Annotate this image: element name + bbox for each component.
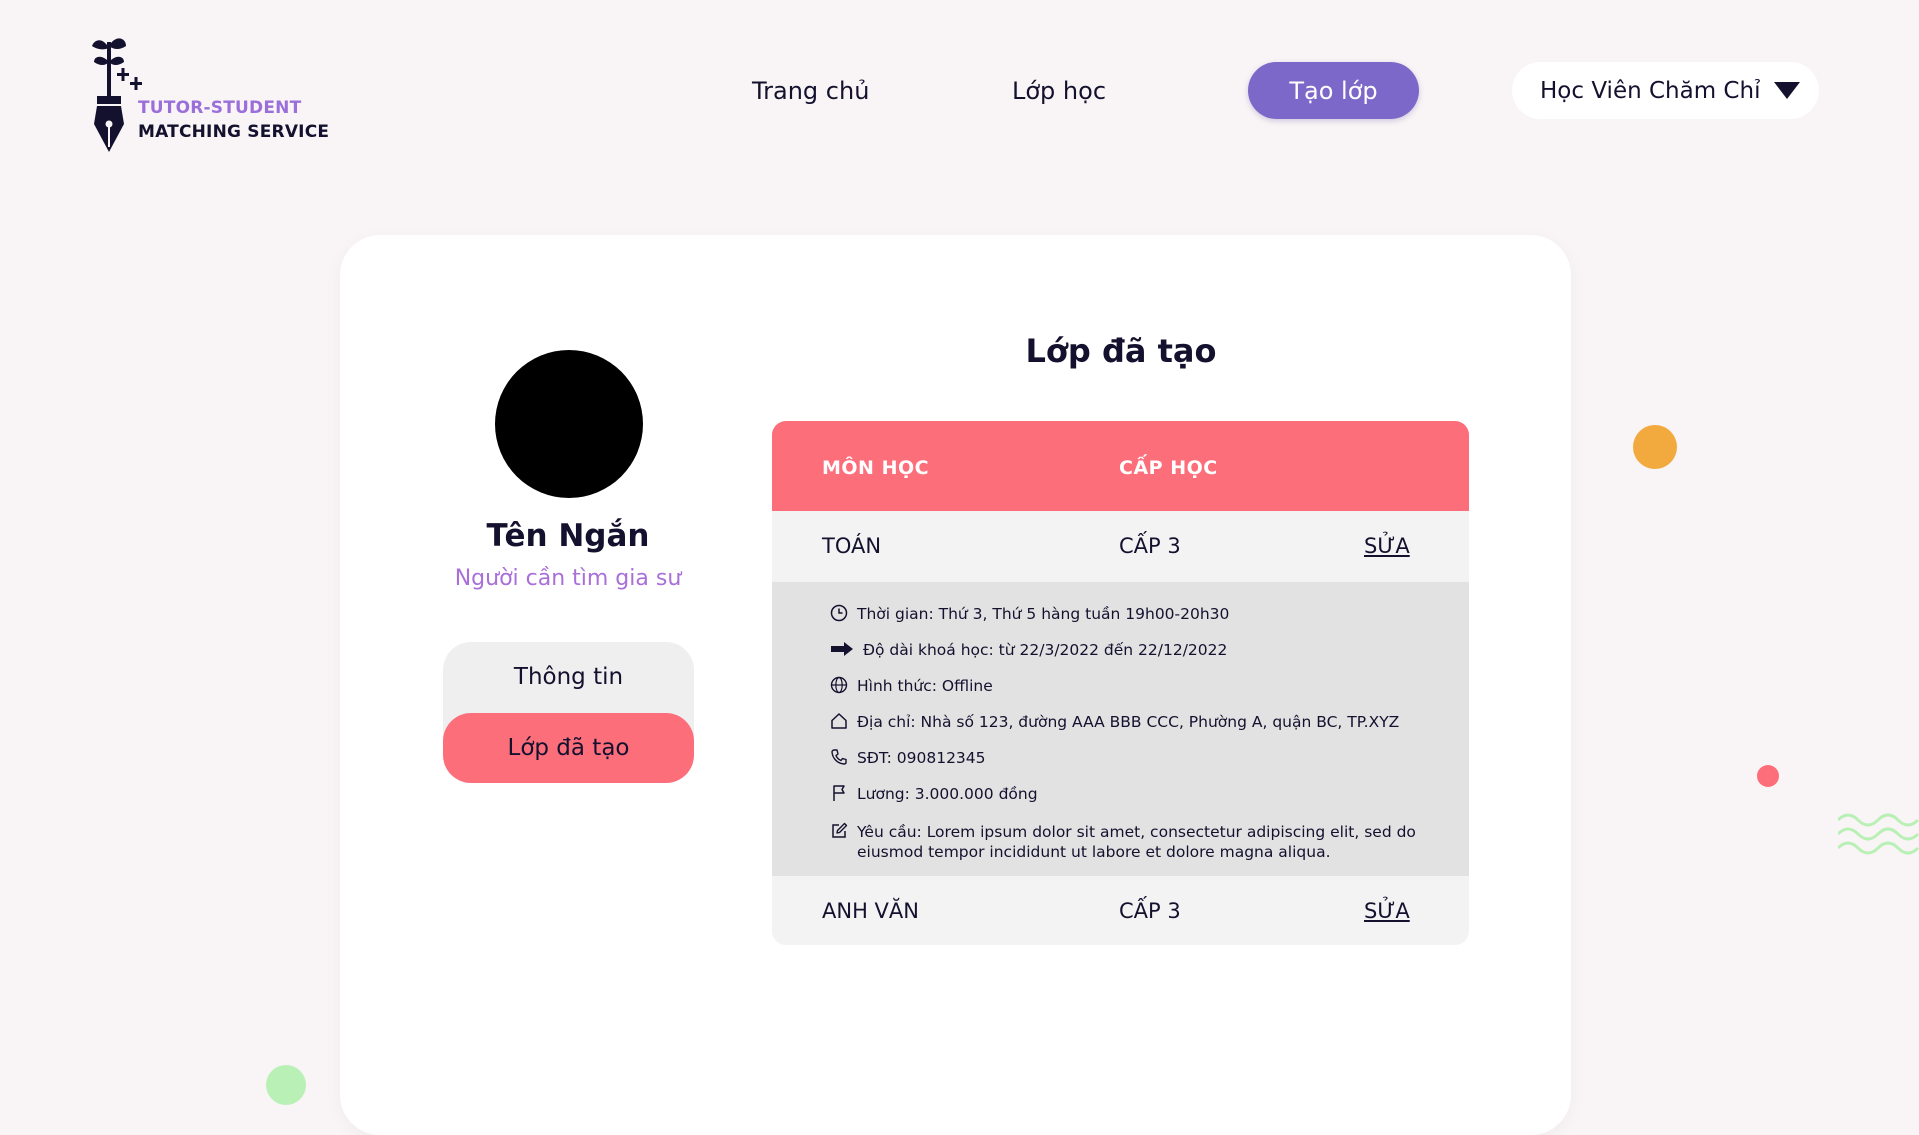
row-subject: TOÁN — [822, 534, 882, 558]
side-menu-created-classes-tab[interactable]: Lớp đã tạo — [443, 713, 694, 783]
logo-title-line2: MATCHING SERVICE — [138, 122, 330, 142]
user-name: Học Viên Chăm Chỉ — [1540, 77, 1761, 104]
avatar — [495, 350, 643, 498]
logo[interactable]: TUTOR-STUDENT MATCHING SERVICE — [88, 36, 348, 154]
detail-duration: Độ dài khoá học: từ 22/3/2022 đến 22/12/… — [830, 640, 1423, 660]
detail-salary: Lương: 3.000.000 đồng — [830, 784, 1417, 804]
profile-role: Người cần tìm gia sư — [454, 566, 682, 591]
logo-title-line1: TUTOR-STUDENT — [138, 98, 302, 118]
nav-classes-link[interactable]: Lớp học — [1012, 77, 1106, 105]
detail-mode: Hình thức: Offline — [830, 676, 1417, 696]
column-header-level: CẤP HỌC — [1119, 457, 1218, 479]
edit-link[interactable]: SỬA — [1364, 899, 1410, 923]
arrow-right-icon — [831, 642, 853, 656]
decorative-waves-icon — [1838, 813, 1919, 855]
detail-requirement: Yêu cầu: Lorem ipsum dolor sit amet, con… — [830, 822, 1417, 862]
caret-down-icon — [1774, 82, 1801, 99]
edit-note-icon — [832, 822, 848, 838]
table-row[interactable]: ANH VĂN CẤP 3 SỬA — [772, 876, 1469, 945]
user-menu-dropdown[interactable]: Học Viên Chăm Chỉ — [1512, 62, 1819, 119]
decorative-green-dot — [266, 1065, 306, 1105]
clock-icon — [830, 604, 848, 622]
home-icon — [831, 713, 847, 729]
nav-home-link[interactable]: Trang chủ — [752, 77, 869, 105]
class-details-panel: Thời gian: Thứ 3, Thứ 5 hàng tuần 19h00-… — [772, 582, 1469, 876]
flag-icon — [833, 785, 845, 801]
globe-icon — [830, 676, 848, 694]
table-row[interactable]: TOÁN CẤP 3 SỬA — [772, 511, 1469, 581]
decorative-red-dot — [1757, 765, 1779, 787]
side-menu-info-tab[interactable]: Thông tin — [443, 642, 694, 712]
section-title: Lớp đã tạo — [1025, 332, 1217, 370]
detail-address: Địa chỉ: Nhà số 123, đường AAA BBB CCC, … — [830, 712, 1417, 732]
detail-phone: SĐT: 090812345 — [830, 748, 1417, 768]
row-subject: ANH VĂN — [822, 899, 919, 923]
column-header-subject: MÔN HỌC — [822, 457, 930, 479]
row-level: CẤP 3 — [1119, 899, 1181, 923]
edit-link[interactable]: SỬA — [1364, 534, 1410, 558]
row-level: CẤP 3 — [1119, 534, 1181, 558]
profile-name: Tên Ngắn — [486, 518, 650, 554]
phone-icon — [831, 749, 847, 765]
create-class-button[interactable]: Tạo lớp — [1248, 62, 1419, 119]
detail-time: Thời gian: Thứ 3, Thứ 5 hàng tuần 19h00-… — [830, 604, 1417, 624]
decorative-orange-dot — [1633, 425, 1677, 469]
classes-table: MÔN HỌC CẤP HỌC TOÁN CẤP 3 SỬA Thời gian… — [772, 421, 1469, 945]
table-header: MÔN HỌC CẤP HỌC — [772, 421, 1469, 511]
